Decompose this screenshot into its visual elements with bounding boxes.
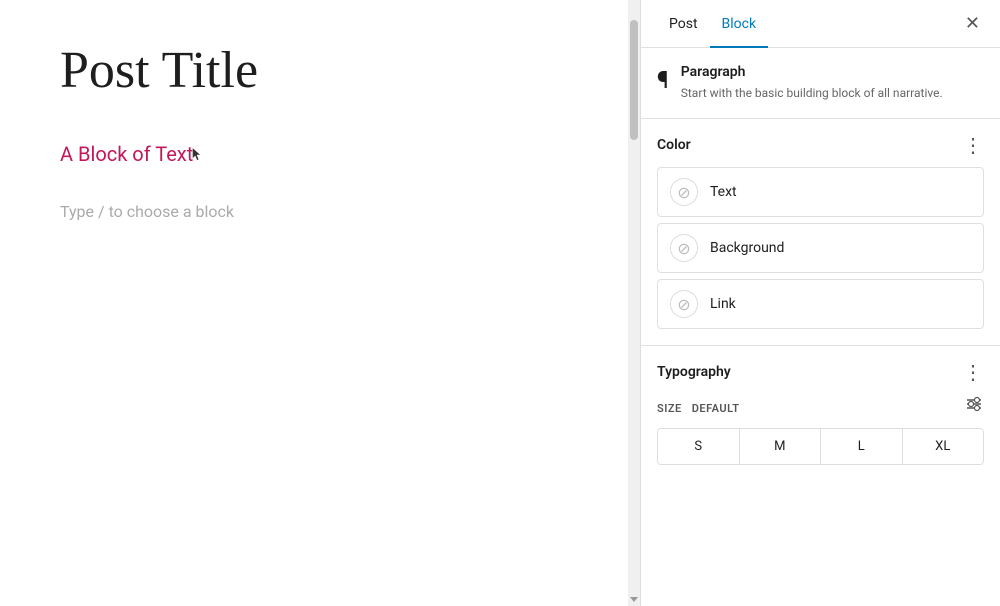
paragraph-icon: ¶ (657, 66, 669, 94)
color-section: Color ⋮ ⊘ Text ⊘ Background ⊘ Link (641, 119, 1000, 346)
typography-more-button[interactable]: ⋮ (963, 362, 984, 382)
block-cursor-area: A Block of Text (60, 142, 193, 182)
size-btn-xl[interactable]: XL (903, 429, 984, 464)
editor-placeholder[interactable]: Type / to choose a block (60, 202, 568, 221)
size-row: SIZE DEFAULT (657, 394, 984, 418)
scrollbar-thumb[interactable] (630, 20, 638, 140)
typography-section: Typography ⋮ SIZE DEFAULT S M (641, 346, 1000, 481)
size-buttons: S M L XL (657, 428, 984, 465)
color-option-link[interactable]: ⊘ Link (657, 279, 984, 329)
panel-header: Post Block ✕ (641, 0, 1000, 48)
block-text[interactable]: A Block of Text (60, 142, 193, 166)
size-btn-m[interactable]: M (740, 429, 822, 464)
size-btn-s[interactable]: S (658, 429, 740, 464)
size-row-labels: SIZE DEFAULT (657, 397, 740, 416)
color-swatch-text: ⊘ (670, 178, 698, 206)
color-label-link: Link (710, 296, 736, 312)
editor-area: Post Title A Block of Text Type / to cho… (0, 0, 628, 606)
color-swatch-background: ⊘ (670, 234, 698, 262)
color-more-button[interactable]: ⋮ (963, 135, 984, 155)
block-info-description: Start with the basic building block of a… (681, 84, 943, 102)
color-swatch-link: ⊘ (670, 290, 698, 318)
color-label-text: Text (710, 184, 737, 200)
color-section-header: Color ⋮ (657, 135, 984, 155)
typography-section-title: Typography (657, 364, 731, 380)
size-btn-l[interactable]: L (821, 429, 903, 464)
block-info-title: Paragraph (681, 64, 943, 80)
tab-block[interactable]: Block (710, 0, 769, 48)
close-button[interactable]: ✕ (961, 11, 984, 37)
tab-post[interactable]: Post (657, 0, 710, 48)
typography-section-header: Typography ⋮ (657, 362, 984, 382)
color-section-title: Color (657, 137, 691, 153)
block-info-text: Paragraph Start with the basic building … (681, 64, 943, 102)
right-panel: Post Block ✕ ¶ Paragraph Start with the … (640, 0, 1000, 606)
scrollbar-arrow-down[interactable] (630, 597, 638, 602)
color-label-background: Background (710, 240, 784, 256)
color-option-background[interactable]: ⊘ Background (657, 223, 984, 273)
color-option-text[interactable]: ⊘ Text (657, 167, 984, 217)
size-label: SIZE (657, 402, 682, 415)
post-title[interactable]: Post Title (60, 40, 568, 102)
size-value: DEFAULT (692, 402, 740, 415)
size-adjust-icon[interactable] (964, 394, 984, 418)
scrollbar-track[interactable] (628, 0, 640, 606)
block-info: ¶ Paragraph Start with the basic buildin… (641, 48, 1000, 119)
